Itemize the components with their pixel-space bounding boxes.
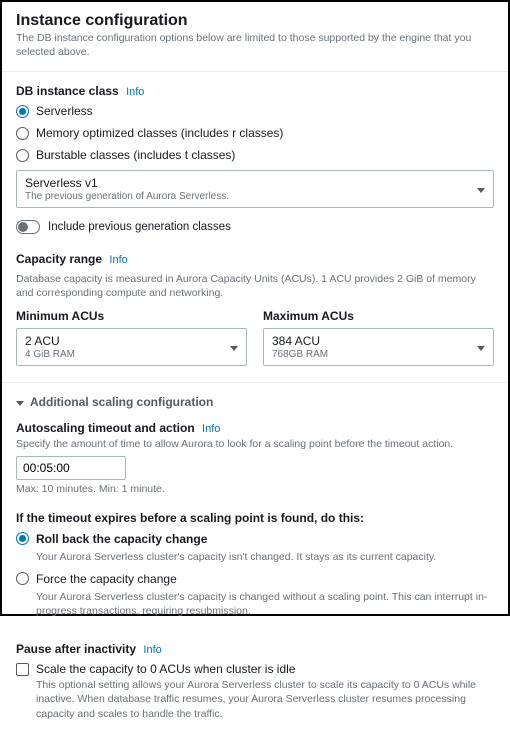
page-subtitle: The DB instance configuration options be… — [16, 32, 494, 59]
info-link-capacity[interactable]: Info — [109, 254, 127, 266]
scale-to-zero-checkbox[interactable]: Scale the capacity to 0 ACUs when cluste… — [16, 662, 494, 721]
db-class-label: DB instance class Info — [16, 84, 494, 98]
scaling-config-expander[interactable]: Additional scaling configuration — [2, 383, 508, 415]
radio-icon — [16, 105, 29, 118]
prev-gen-toggle[interactable] — [16, 220, 40, 234]
max-acu-label: Maximum ACUs — [263, 309, 494, 323]
prev-gen-toggle-label: Include previous generation classes — [48, 221, 231, 233]
max-acu-select[interactable]: 384 ACU 768GB RAM — [263, 328, 494, 366]
info-link-autoscale[interactable]: Info — [202, 423, 220, 435]
min-acu-label: Minimum ACUs — [16, 309, 247, 323]
caret-down-icon — [16, 395, 24, 409]
page-title: Instance configuration — [16, 12, 494, 30]
timeout-heading: If the timeout expires before a scaling … — [16, 511, 494, 525]
autoscale-hint: Max: 10 minutes. Min: 1 minute. — [16, 483, 494, 495]
autoscale-label: Autoscaling timeout and action — [16, 421, 195, 435]
autoscale-desc: Specify the amount of time to allow Auro… — [16, 437, 494, 451]
radio-rollback[interactable]: Roll back the capacity change — [16, 532, 494, 546]
pause-label: Pause after inactivity — [16, 642, 136, 656]
capacity-desc: Database capacity is measured in Aurora … — [16, 272, 494, 300]
radio-memory-optimized[interactable]: Memory optimized classes (includes r cla… — [16, 126, 494, 140]
radio-burstable[interactable]: Burstable classes (includes t classes) — [16, 148, 494, 162]
radio-icon — [16, 127, 29, 140]
checkbox-icon — [16, 663, 29, 676]
section-header: Instance configuration The DB instance c… — [2, 2, 508, 72]
chevron-down-icon — [477, 182, 485, 196]
radio-icon — [16, 572, 29, 585]
min-acu-select[interactable]: 2 ACU 4 GiB RAM — [16, 328, 247, 366]
chevron-down-icon — [477, 340, 485, 354]
radio-force[interactable]: Force the capacity change — [16, 572, 494, 586]
rollback-desc: Your Aurora Serverless cluster's capacit… — [36, 550, 494, 564]
force-desc: Your Aurora Serverless cluster's capacit… — [36, 590, 494, 618]
radio-icon — [16, 532, 29, 545]
chevron-down-icon — [230, 340, 238, 354]
autoscale-timeout-input[interactable] — [16, 456, 126, 480]
info-link-db-class[interactable]: Info — [126, 86, 144, 98]
info-link-pause[interactable]: Info — [143, 644, 161, 656]
radio-serverless[interactable]: Serverless — [16, 104, 494, 118]
capacity-range-label: Capacity range Info — [16, 252, 494, 266]
radio-icon — [16, 149, 29, 162]
version-select[interactable]: Serverless v1 The previous generation of… — [16, 170, 494, 208]
